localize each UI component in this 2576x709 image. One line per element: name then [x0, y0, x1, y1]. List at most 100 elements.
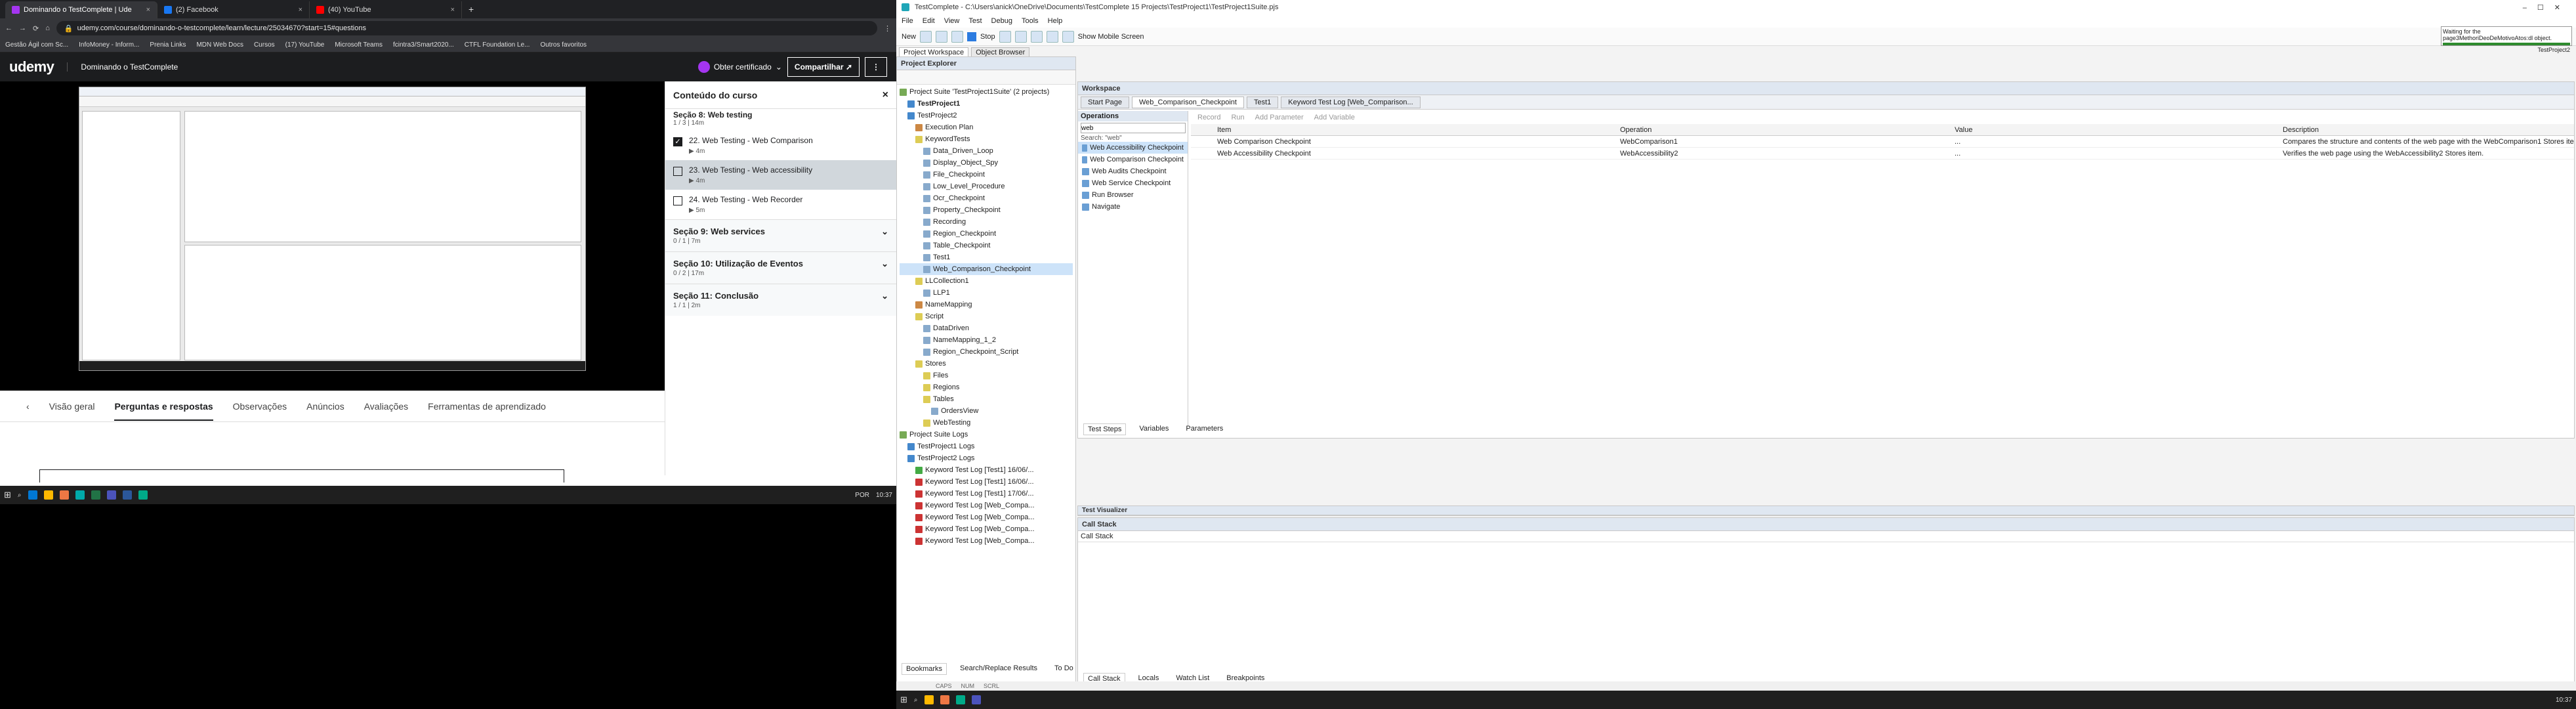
tree-node[interactable]: Display_Object_Spy	[900, 157, 1073, 169]
column-header[interactable]: Description	[2280, 126, 2574, 134]
more-options-button[interactable]: ⋮	[865, 57, 887, 77]
browser-tab-facebook[interactable]: (2) Facebook ×	[157, 1, 310, 18]
chrome-icon[interactable]	[59, 490, 69, 500]
editor-tab[interactable]: Keyword Test Log [Web_Comparison...	[1281, 96, 1421, 108]
section-partial[interactable]: Seção 8: Web testing 1 / 3 | 14m	[665, 109, 896, 131]
back-icon[interactable]: ←	[5, 24, 12, 32]
close-icon[interactable]: ×	[883, 89, 888, 101]
question-search-input[interactable]	[39, 469, 564, 483]
tree-node[interactable]: Keyword Test Log [Web_Compa...	[900, 500, 1073, 511]
menu-item[interactable]: View	[944, 17, 960, 25]
bookmark-item[interactable]: MDN Web Docs	[196, 41, 243, 49]
tree-node[interactable]: Project Suite 'TestProject1Suite' (2 pro…	[900, 86, 1073, 98]
course-tab[interactable]: Avaliações	[364, 401, 408, 412]
bottom-tab[interactable]: Test Steps	[1083, 423, 1127, 435]
menu-item[interactable]: File	[902, 17, 913, 25]
edge-icon[interactable]	[28, 490, 37, 500]
testcomplete-icon[interactable]	[955, 695, 965, 704]
bookmark-item[interactable]: Microsoft Teams	[335, 41, 383, 49]
file-explorer-icon[interactable]	[924, 695, 934, 704]
tool-icon[interactable]	[1030, 30, 1043, 43]
section-item[interactable]: Seção 11: Conclusão ⌄ 1 / 1 | 2m	[665, 284, 896, 316]
testcomplete-icon[interactable]	[138, 490, 148, 500]
video-player[interactable]	[0, 81, 665, 391]
menu-item[interactable]: Debug	[991, 17, 1012, 25]
operation-item[interactable]: Web Comparison Checkpoint	[1078, 154, 1188, 165]
tree-node[interactable]: Regions	[900, 381, 1073, 393]
bookmark-item[interactable]: (17) YouTube	[285, 41, 325, 49]
chevron-left-icon[interactable]: ‹	[26, 401, 30, 412]
table-row[interactable]: Web Comparison Checkpoint WebComparison1.…	[1191, 136, 2574, 148]
bookmark-item[interactable]: InfoMoney - Inform...	[79, 41, 139, 49]
tree-node[interactable]: Execution Plan	[900, 121, 1073, 133]
certificate-button[interactable]: Obter certificado ⌄	[697, 61, 782, 73]
table-row[interactable]: Web Accessibility Checkpoint WebAccessibi…	[1191, 148, 2574, 160]
tree-node[interactable]: TestProject2 Logs	[900, 452, 1073, 464]
bottom-tab[interactable]: Parameters	[1182, 423, 1227, 435]
course-tab[interactable]: Visão geral	[49, 401, 95, 412]
windows-start-icon[interactable]: ⊞	[900, 695, 907, 705]
udemy-logo[interactable]: udemy	[9, 58, 54, 75]
new-button[interactable]: New	[902, 33, 916, 41]
tree-node[interactable]: Keyword Test Log [Test1] 16/06/...	[900, 464, 1073, 476]
bookmark-item[interactable]: Outros favoritos	[540, 41, 587, 49]
menu-item[interactable]: Tools	[1022, 17, 1039, 25]
lecture-item[interactable]: ✓ 22. Web Testing - Web Comparison ▶ 4m	[665, 131, 896, 160]
editor-tab[interactable]: Web_Comparison_Checkpoint	[1131, 96, 1244, 108]
operation-item[interactable]: Web Service Checkpoint	[1078, 177, 1188, 189]
operation-item[interactable]: Run Browser	[1078, 189, 1188, 201]
share-button[interactable]: Compartilhar ➚	[787, 57, 860, 77]
tree-node[interactable]: File_Checkpoint	[900, 169, 1073, 181]
lecture-checkbox[interactable]	[673, 196, 682, 205]
tree-node[interactable]: Project Suite Logs	[900, 429, 1073, 440]
course-tab[interactable]: Observações	[233, 401, 287, 412]
chrome-icon[interactable]	[940, 695, 949, 704]
record-icon[interactable]	[951, 30, 964, 43]
language-indicator[interactable]: POR	[855, 492, 869, 499]
excel-icon[interactable]	[91, 490, 100, 500]
new-tab-button[interactable]: +	[462, 4, 480, 18]
tree-node[interactable]: Region_Checkpoint_Script	[900, 346, 1073, 358]
tool-icon[interactable]	[1062, 30, 1074, 43]
clock[interactable]: 10:37	[876, 492, 892, 499]
bookmark-item[interactable]: Prenia Links	[150, 41, 186, 49]
bookmark-item[interactable]: fcintra3/Smart2020...	[393, 41, 454, 49]
save-icon[interactable]	[936, 30, 948, 43]
close-icon[interactable]: ×	[146, 6, 150, 14]
column-header[interactable]: Item	[1191, 126, 1617, 134]
close-icon[interactable]: ×	[299, 6, 302, 14]
stop-button[interactable]: Stop	[980, 33, 995, 41]
tree-node[interactable]: Keyword Test Log [Web_Compa...	[900, 523, 1073, 535]
bottom-tab[interactable]: To Do	[1050, 663, 1077, 675]
tree-node[interactable]: Tables	[900, 393, 1073, 405]
bookmark-item[interactable]: Cursos	[254, 41, 275, 49]
tree-node[interactable]: Keyword Test Log [Web_Compa...	[900, 535, 1073, 547]
tree-node[interactable]: Recording	[900, 216, 1073, 228]
tree-node[interactable]: Test1	[900, 251, 1073, 263]
tree-node[interactable]: LLCollection1	[900, 275, 1073, 287]
tool-icon[interactable]	[999, 30, 1011, 43]
lecture-item[interactable]: 24. Web Testing - Web Recorder ▶ 5m	[665, 190, 896, 219]
search-icon[interactable]: ⌕	[914, 697, 918, 704]
tree-node[interactable]: LLP1	[900, 287, 1073, 299]
operation-item[interactable]: Navigate	[1078, 201, 1188, 213]
teams-icon[interactable]	[971, 695, 981, 704]
teams-icon[interactable]	[106, 490, 116, 500]
tree-node[interactable]: TestProject2	[900, 110, 1073, 121]
course-tab[interactable]: Ferramentas de aprendizado	[428, 401, 546, 412]
tree-node[interactable]: Keyword Test Log [Web_Compa...	[900, 511, 1073, 523]
tree-node[interactable]: Stores	[900, 358, 1073, 370]
address-bar[interactable]: 🔒 udemy.com/course/dominando-o-testcomple…	[56, 21, 877, 35]
tree-node[interactable]: Data_Driven_Loop	[900, 145, 1073, 157]
file-explorer-icon[interactable]	[43, 490, 53, 500]
tree-node[interactable]: NameMapping	[900, 299, 1073, 311]
tree-node[interactable]: WebTesting	[900, 417, 1073, 429]
menu-item[interactable]: Help	[1048, 17, 1063, 25]
steps-toolbar-button[interactable]: Add Parameter	[1255, 114, 1304, 121]
bottom-tab[interactable]: Search/Replace Results	[956, 663, 1041, 675]
course-tab[interactable]: Perguntas e respostas	[114, 401, 213, 421]
tool-icon[interactable]	[1014, 30, 1027, 43]
tree-node[interactable]: Property_Checkpoint	[900, 204, 1073, 216]
search-icon[interactable]: ⌕	[18, 492, 22, 499]
bookmark-item[interactable]: CTFL Foundation Le...	[465, 41, 530, 49]
